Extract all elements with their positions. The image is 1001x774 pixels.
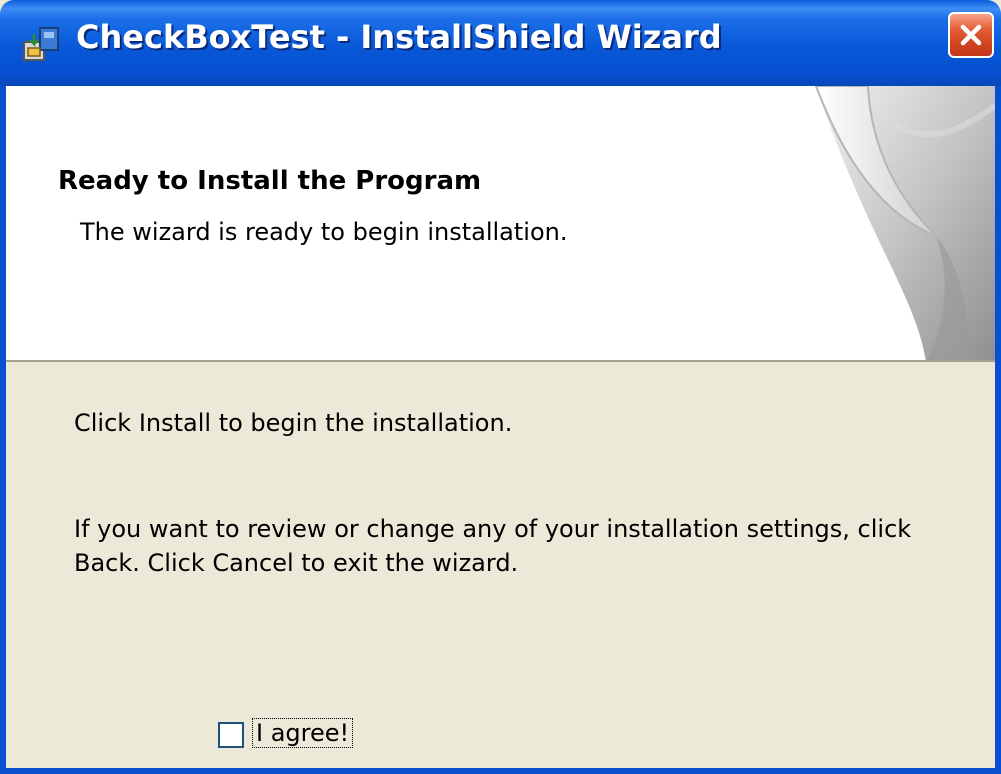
- window-frame-right: [995, 86, 1001, 774]
- page-title: Ready to Install the Program: [58, 166, 482, 196]
- title-bar[interactable]: CheckBoxTest - InstallShield Wizard: [0, 0, 1001, 86]
- agree-label[interactable]: I agree!: [252, 718, 354, 748]
- page-curl-art: [814, 86, 995, 360]
- header-banner: Ready to Install the Program The wizard …: [6, 86, 995, 362]
- install-info: If you want to review or change any of y…: [74, 515, 912, 577]
- window-frame-bottom: [0, 768, 1001, 774]
- install-instruction: Click Install to begin the installation.: [74, 409, 513, 437]
- page-subtitle: The wizard is ready to begin installatio…: [80, 218, 568, 246]
- close-button[interactable]: [948, 12, 994, 58]
- window-title: CheckBoxTest - InstallShield Wizard: [76, 18, 722, 56]
- installer-window: CheckBoxTest - InstallShield Wizard Read…: [0, 0, 1001, 774]
- installer-app-icon: [22, 24, 62, 64]
- close-icon: [960, 24, 982, 46]
- checkbox-box[interactable]: [218, 722, 244, 748]
